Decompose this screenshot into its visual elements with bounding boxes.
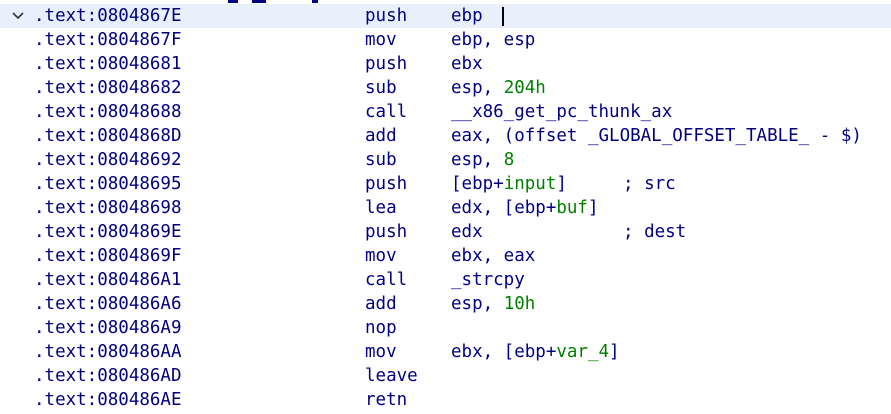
operand-text: ebx [451,54,483,74]
operand-text: __x86_get_pc_thunk_ax [451,102,673,122]
listing-row[interactable]: .text:080486A6 add esp, 10h [0,292,891,316]
address-label: .text:080486AA [34,342,182,362]
operand-text: edx [451,222,483,242]
operands[interactable]: edx [451,220,483,244]
mnemonic[interactable]: mov [365,28,397,52]
address-label: .text:08048695 [34,174,182,194]
listing-row[interactable]: .text:080486AA mov ebx, [ebp+var_4] [0,340,891,364]
listing-row[interactable]: .text:080486AD leave [0,364,891,388]
operands[interactable]: ebx [451,52,483,76]
listing-row[interactable]: .text:0804869E push edx ; dest [0,220,891,244]
operands[interactable]: ebx, eax [451,244,535,268]
operand-highlight: 10h [503,294,536,314]
operand-text: ] [609,342,620,362]
listing-row[interactable]: .text:08048692 sub esp, 8 [0,148,891,172]
comment: ; dest [623,222,687,242]
listing-row[interactable]: .text:08048681 push ebx [0,52,891,76]
listing-row[interactable]: .text:080486A9 nop [0,316,891,340]
operands[interactable]: __x86_get_pc_thunk_ax [451,100,672,124]
address-label: .text:08048692 [34,150,182,170]
listing-row[interactable]: .text:080486A1 call _strcpy [0,268,891,292]
mnemonic[interactable]: mov [365,244,397,268]
address-label: .text:080486AD [34,366,182,386]
chevron-down-icon[interactable] [10,4,28,28]
mnemonic[interactable]: lea [365,196,397,220]
operands[interactable]: eax, (offset _GLOBAL_OFFSET_TABLE_ - $) [451,124,862,148]
address-label: .text:0804869E [34,222,182,242]
listing-row[interactable]: .text:08048698 lea edx, [ebp+buf] [0,196,891,220]
mnemonic[interactable]: sub [365,76,397,100]
address-label: .text:0804867F [34,30,182,50]
address-label: .text:0804868D [34,126,182,146]
listing-row[interactable]: .text:080486AE retn [0,388,891,412]
operand-text: esp, [451,294,504,314]
operand-highlight: buf [556,198,588,218]
operand-text: [ebp+ [451,174,504,194]
listing-row[interactable]: .text:0804869F mov ebx, eax [0,244,891,268]
listing-row[interactable]: .text:08048682 sub esp, 204h [0,76,891,100]
operand-text: ebp, esp [451,30,536,50]
listing-row-current[interactable]: .text:0804867E push ebp [0,4,891,28]
mnemonic[interactable]: call [365,268,407,292]
operands[interactable]: ebp, esp [451,28,535,52]
mnemonic[interactable]: push [365,52,407,76]
listing-row[interactable]: .text:08048695 push [ebp+input] ; src [0,172,891,196]
mnemonic[interactable]: nop [365,316,397,340]
listing-row[interactable]: .text:08048688 call __x86_get_pc_thunk_ax [0,100,891,124]
mnemonic[interactable]: push [365,4,407,28]
operand-text: ebp [451,6,483,26]
text-cursor [502,7,504,26]
operand-highlight: 204h [503,78,546,98]
operands[interactable]: [ebp+input] [451,172,567,196]
address-label: .text:08048698 [34,198,182,218]
operand-text: eax, (offset _GLOBAL_OFFSET_TABLE_ - $) [451,126,862,146]
address-label: .text:080486A9 [34,318,182,338]
address-label: .text:0804869F [34,246,182,266]
address-label: .text:080486A1 [34,270,182,290]
operand-text: ebx, eax [451,246,536,266]
mnemonic[interactable]: push [365,220,407,244]
mnemonic[interactable]: add [365,292,397,316]
listing-row[interactable]: .text:0804867F mov ebp, esp [0,28,891,52]
operand-highlight: 8 [503,150,515,170]
operand-text: _strcpy [451,270,525,290]
operands[interactable]: ebp [451,4,483,28]
disassembly-view[interactable]: .text:0804867E push ebp .text:0804867F mov eb… [0,0,891,414]
address-label: .text:08048682 [34,78,182,98]
operands[interactable]: edx, [ebp+buf] [451,196,599,220]
operand-highlight: input [503,174,557,194]
mnemonic[interactable]: leave [365,364,418,388]
operands[interactable]: esp, 204h [451,76,546,100]
address-label: .text:080486AE [34,390,182,410]
mnemonic[interactable]: call [365,100,407,124]
operand-highlight: var_4 [556,342,610,362]
operands[interactable]: esp, 8 [451,148,514,172]
operands[interactable]: _strcpy [451,268,525,292]
mnemonic[interactable]: retn [365,388,407,412]
address-label: .text:08048688 [34,102,182,122]
address-label: .text:08048681 [34,54,182,74]
operands[interactable]: ebx, [ebp+var_4] [451,340,620,364]
operand-text: esp, [451,150,504,170]
comment: ; src [623,174,676,194]
operand-text: ] [587,198,599,218]
mnemonic[interactable]: add [365,124,397,148]
mnemonic[interactable]: sub [365,148,397,172]
operand-text: ebx, [ebp+ [451,342,557,362]
operand-text: esp, [451,78,504,98]
listing-row[interactable]: .text:0804868D add eax, (offset _GLOBAL_OF… [0,124,891,148]
operands[interactable]: esp, 10h [451,292,535,316]
address-label: .text:080486A6 [34,294,182,314]
address-label: .text:0804867E [34,6,182,26]
mnemonic[interactable]: push [365,172,407,196]
operand-text: ] [556,174,567,194]
operand-text: edx, [ebp+ [451,198,557,218]
mnemonic[interactable]: mov [365,340,397,364]
